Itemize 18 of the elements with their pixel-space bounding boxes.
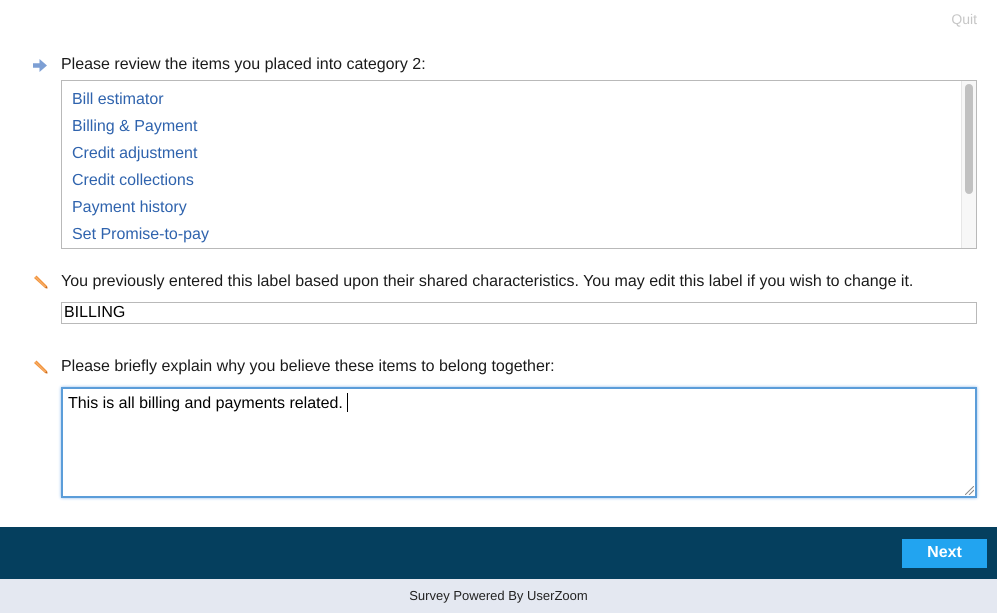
pencil-icon <box>33 275 48 289</box>
list-item: Payment history <box>72 198 187 218</box>
pencil-icon <box>33 360 48 374</box>
list-item: Billing & Payment <box>72 117 198 137</box>
list-item: Set Promise-to-pay <box>72 225 209 245</box>
answer-textarea[interactable]: This is all billing and payments related. <box>61 387 977 498</box>
question-text: Please briefly explain why you believe these items to belong together: <box>61 358 555 376</box>
label-input[interactable]: BILLING <box>61 302 977 324</box>
question-text: You previously entered this label based upon their shared characteristics. You may edit this label if you wish to change it. <box>61 273 914 291</box>
list-item: Credit adjustment <box>72 144 198 164</box>
list-item: Credit collections <box>72 171 194 191</box>
question-text: Please review the items you placed into category 2: <box>61 56 426 74</box>
text-cursor-icon <box>346 393 348 412</box>
resize-grip-icon[interactable] <box>965 486 974 495</box>
arrow-icon <box>33 58 47 72</box>
list-item: Bill estimator <box>72 90 164 110</box>
powered-by-text: Survey Powered By UserZoom <box>409 587 588 606</box>
scrollbar-thumb[interactable] <box>965 84 973 194</box>
